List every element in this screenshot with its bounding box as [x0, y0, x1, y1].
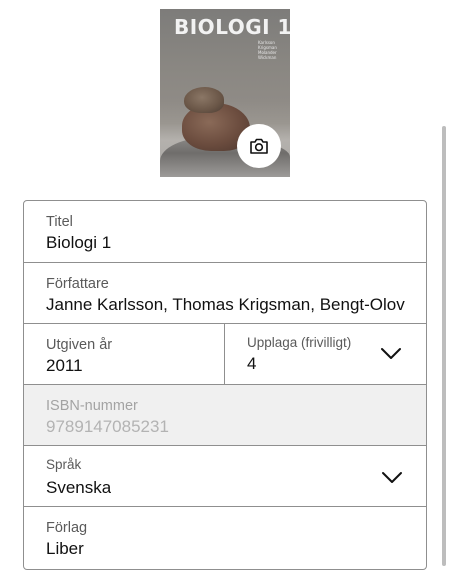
- publisher-value[interactable]: Liber: [46, 539, 84, 559]
- change-cover-photo-button[interactable]: [237, 124, 281, 168]
- title-value[interactable]: Biologi 1: [46, 233, 406, 253]
- year-field[interactable]: Utgiven år 2011: [24, 324, 225, 384]
- authors-field[interactable]: Författare Janne Karlsson, Thomas Krigsm…: [24, 262, 426, 323]
- chevron-down-icon: [381, 348, 401, 359]
- cover-toad-small: [184, 87, 224, 113]
- edition-label: Upplaga (frivilligt): [247, 335, 352, 350]
- edition-select[interactable]: Upplaga (frivilligt) 4: [225, 324, 426, 384]
- cover-title: BIOLOGI 1: [174, 15, 290, 39]
- language-label: Språk: [46, 457, 82, 472]
- book-details-form: Titel Biologi 1 Författare Janne Karlsso…: [23, 200, 427, 570]
- chevron-down-icon: [382, 472, 402, 483]
- camera-icon: [250, 138, 268, 154]
- title-label: Titel: [46, 214, 73, 230]
- year-label: Utgiven år: [46, 337, 113, 353]
- authors-label: Författare: [46, 276, 109, 292]
- publisher-field[interactable]: Förlag Liber: [24, 506, 426, 567]
- language-value: Svenska: [46, 478, 112, 497]
- cover-author: Wickman: [258, 55, 277, 60]
- isbn-field: ISBN-nummer 9789147085231: [24, 384, 426, 445]
- year-edition-row: Utgiven år 2011 Upplaga (frivilligt) 4: [24, 323, 426, 384]
- language-select[interactable]: Språk Svenska: [24, 445, 426, 506]
- scrollbar[interactable]: [442, 126, 446, 566]
- publisher-label: Förlag: [46, 520, 88, 536]
- cover-authors: Karlsson Krigsman Molander Wickman: [258, 40, 277, 60]
- edition-value: 4: [247, 354, 257, 373]
- authors-value[interactable]: Janne Karlsson, Thomas Krigsman, Bengt-O…: [46, 295, 406, 315]
- year-value[interactable]: 2011: [46, 356, 83, 376]
- title-field[interactable]: Titel Biologi 1: [24, 201, 426, 262]
- isbn-value: 9789147085231: [46, 417, 169, 436]
- isbn-label: ISBN-nummer: [46, 398, 138, 414]
